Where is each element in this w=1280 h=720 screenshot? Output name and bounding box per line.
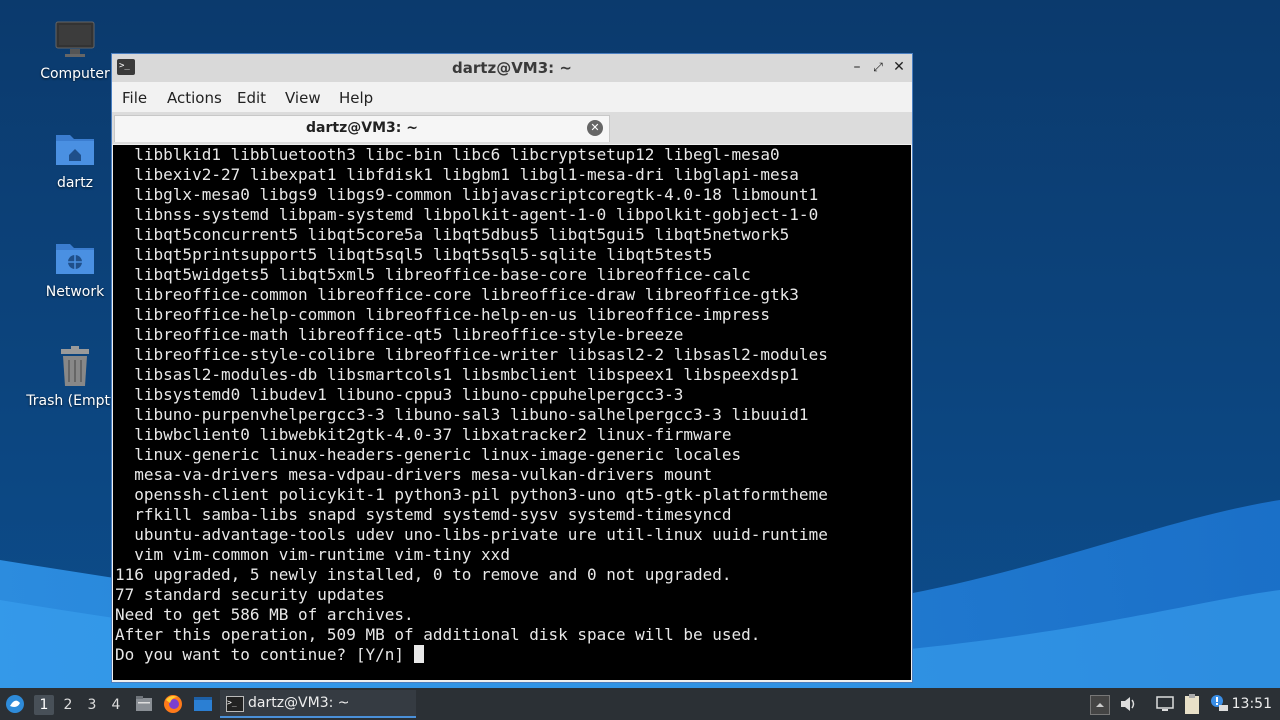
desktop-icon-computer[interactable]: Computer xyxy=(25,18,125,82)
minimize-button[interactable]: – xyxy=(848,58,866,76)
terminal-prompt: Do you want to continue? [Y/n] xyxy=(115,645,414,664)
terminal-line: openssh-client policykit-1 python3-pil p… xyxy=(115,485,828,504)
volume-icon[interactable] xyxy=(1118,694,1138,714)
terminal-line: libblkid1 libbluetooth3 libc-bin libc6 l… xyxy=(115,145,780,164)
workspace-2-button[interactable]: 2 xyxy=(58,695,78,715)
desktop-icon-label: Computer xyxy=(40,66,110,82)
terminal-cursor xyxy=(413,645,424,663)
terminal-line: Need to get 586 MB of archives. xyxy=(115,605,414,624)
taskbar-clock[interactable]: 13:51 xyxy=(1232,696,1272,712)
network-folder-icon xyxy=(53,236,97,280)
terminal-line: libexiv2-27 libexpat1 libfdisk1 libgbm1 … xyxy=(115,165,799,184)
maximize-button[interactable]: ⤢ xyxy=(869,58,887,76)
tab-bar: dartz@VM3: ~ ✕ xyxy=(112,112,912,144)
workspace-4-button[interactable]: 4 xyxy=(106,695,126,715)
desktop-icon-trash[interactable]: Trash (Empty) xyxy=(25,345,125,409)
desktop-icon-label: dartz xyxy=(56,175,94,191)
taskbar: 1 2 3 4 >_ dartz@VM3: ~ 13:51 xyxy=(0,688,1280,720)
display-icon[interactable] xyxy=(1155,694,1175,714)
terminal-task-icon: >_ xyxy=(226,696,244,712)
desktop-icon-label: Network xyxy=(45,284,105,300)
desktop-icon-network[interactable]: Network xyxy=(25,236,125,300)
window-title: dartz@VM3: ~ xyxy=(452,59,572,77)
terminal-output[interactable]: libblkid1 libbluetooth3 libc-bin libc6 l… xyxy=(113,145,911,680)
clipboard-icon[interactable] xyxy=(1182,693,1202,715)
tray-arrow-icon[interactable] xyxy=(1090,695,1110,715)
terminal-prompt-line: Do you want to continue? [Y/n] xyxy=(115,645,424,665)
terminal-line: vim vim-common vim-runtime vim-tiny xxd xyxy=(115,545,510,564)
desktop-icon-label: Trash (Empty) xyxy=(26,393,124,409)
menu-edit[interactable]: Edit xyxy=(237,89,266,107)
menu-view[interactable]: View xyxy=(285,89,321,107)
desktop-icon-home[interactable]: dartz xyxy=(25,127,125,191)
terminal-line: 116 upgraded, 5 newly installed, 0 to re… xyxy=(115,565,732,584)
terminal-line: libsasl2-modules-db libsmartcols1 libsmb… xyxy=(115,365,799,384)
terminal-line: 77 standard security updates xyxy=(115,585,385,604)
terminal-line: libreoffice-math libreoffice-qt5 libreof… xyxy=(115,325,684,344)
start-menu-icon[interactable] xyxy=(5,694,25,714)
terminal-line: libuno-purpenvhelpergcc3-3 libuno-sal3 l… xyxy=(115,405,809,424)
menu-file[interactable]: File xyxy=(122,89,147,107)
taskbar-task-terminal[interactable]: >_ dartz@VM3: ~ xyxy=(220,690,416,718)
terminal-line: libqt5widgets5 libqt5xml5 libreoffice-ba… xyxy=(115,265,751,284)
workspace-1-button[interactable]: 1 xyxy=(34,695,54,715)
terminal-line: libsystemd0 libudev1 libuno-cppu3 libuno… xyxy=(115,385,684,404)
tab-close-icon[interactable]: ✕ xyxy=(587,120,603,136)
update-icon[interactable] xyxy=(1209,693,1229,713)
terminal-line: linux-generic linux-headers-generic linu… xyxy=(115,445,742,464)
terminal-line: libreoffice-common libreoffice-core libr… xyxy=(115,285,799,304)
terminal-line: rfkill samba-libs snapd systemd systemd-… xyxy=(115,505,732,524)
terminal-line: libnss-systemd libpam-systemd libpolkit-… xyxy=(115,205,819,224)
file-manager-icon[interactable] xyxy=(134,694,154,714)
terminal-line: ubuntu-advantage-tools udev uno-libs-pri… xyxy=(115,525,828,544)
terminal-line: libqt5printsupport5 libqt5sql5 libqt5sql… xyxy=(115,245,713,264)
show-desktop-icon[interactable] xyxy=(193,694,213,714)
terminal-line: libqt5concurrent5 libqt5core5a libqt5dbu… xyxy=(115,225,790,244)
terminal-tab[interactable]: dartz@VM3: ~ ✕ xyxy=(114,115,610,142)
trash-icon xyxy=(53,345,97,389)
window-titlebar[interactable]: >_ dartz@VM3: ~ – ⤢ ✕ xyxy=(112,54,912,82)
menubar: File Actions Edit View Help xyxy=(112,82,912,112)
firefox-icon[interactable] xyxy=(163,694,183,714)
home-folder-icon xyxy=(53,127,97,171)
terminal-line: libglx-mesa0 libgs9 libgs9-common libjav… xyxy=(115,185,819,204)
task-label: dartz@VM3: ~ xyxy=(248,695,350,711)
terminal-line: libreoffice-style-colibre libreoffice-wr… xyxy=(115,345,828,364)
menu-help[interactable]: Help xyxy=(339,89,373,107)
terminal-line: libwbclient0 libwebkit2gtk-4.0-37 libxat… xyxy=(115,425,732,444)
terminal-line: After this operation, 509 MB of addition… xyxy=(115,625,761,644)
tab-label: dartz@VM3: ~ xyxy=(306,120,418,136)
workspace-3-button[interactable]: 3 xyxy=(82,695,102,715)
menu-actions[interactable]: Actions xyxy=(167,89,222,107)
close-button[interactable]: ✕ xyxy=(890,58,908,76)
terminal-line: libreoffice-help-common libreoffice-help… xyxy=(115,305,771,324)
terminal-line: mesa-va-drivers mesa-vdpau-drivers mesa-… xyxy=(115,465,713,484)
monitor-icon xyxy=(53,18,97,62)
terminal-window[interactable]: >_ dartz@VM3: ~ – ⤢ ✕ File Actions Edit … xyxy=(111,53,913,683)
